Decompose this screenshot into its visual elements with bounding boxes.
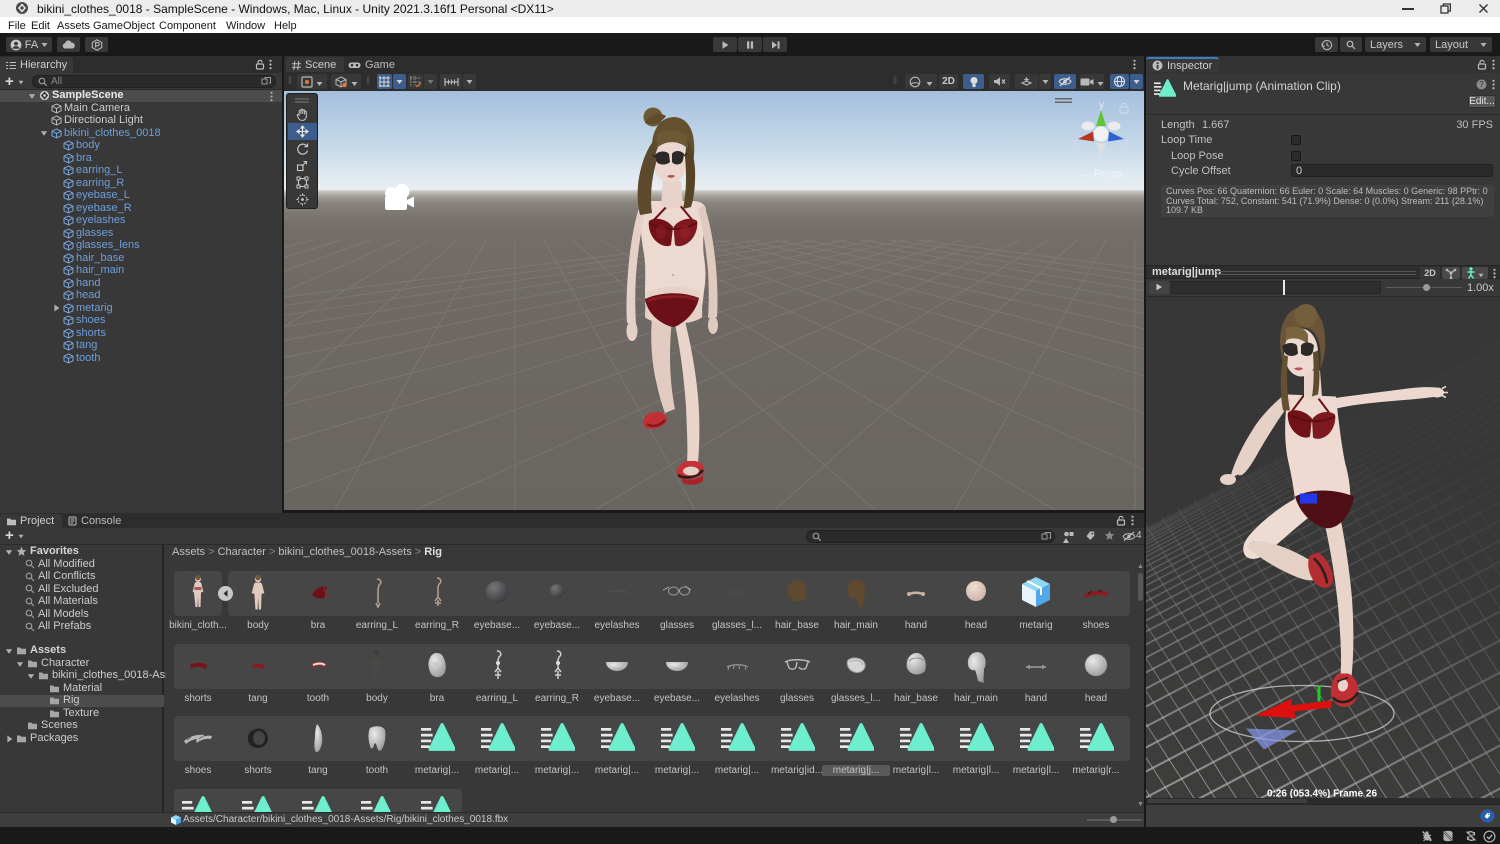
svg-text:x: x [1073, 137, 1078, 147]
svg-text:?: ? [1479, 80, 1484, 89]
svg-text:z: z [1125, 137, 1130, 147]
svg-text:y: y [1099, 100, 1104, 111]
svg-text:0:26 (053.4%) Frame 26: 0:26 (053.4%) Frame 26 [1267, 788, 1378, 799]
svg-text:← Persp: ← Persp [1080, 168, 1123, 180]
